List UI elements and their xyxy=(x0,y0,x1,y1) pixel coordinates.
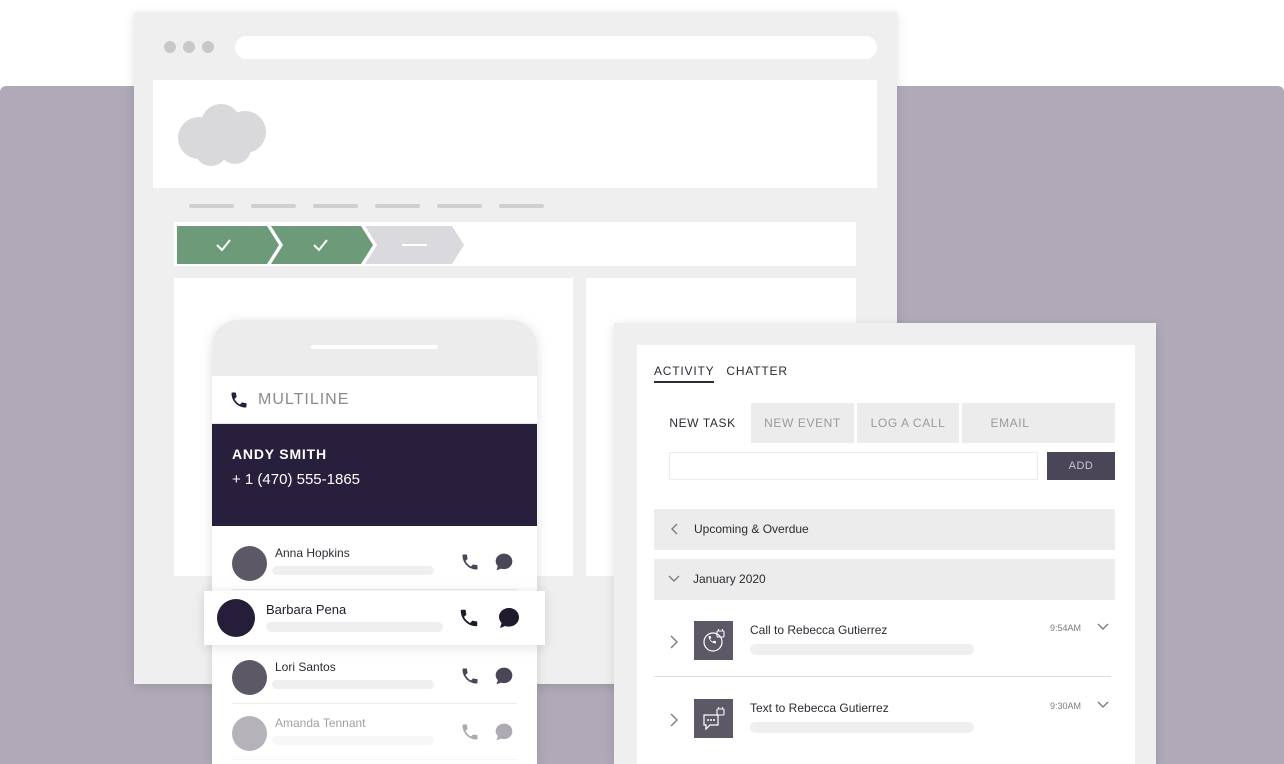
multiline-header: MULTILINE xyxy=(212,376,537,424)
activity-panel: ACTIVITY CHATTER NEW TASK NEW EVENT LOG … xyxy=(614,323,1156,764)
contact-row-name: Amanda Tennant xyxy=(275,716,366,730)
text-placeholder xyxy=(750,722,974,733)
contact-row[interactable]: Anna Hopkins xyxy=(232,534,517,590)
nav-item[interactable] xyxy=(375,204,420,208)
path-stage-complete xyxy=(177,226,279,264)
nav-item[interactable] xyxy=(313,204,358,208)
app-label: MULTILINE xyxy=(258,391,350,408)
contact-row[interactable]: Amanda Tennant xyxy=(232,704,517,760)
window-dot[interactable] xyxy=(183,41,195,53)
call-icon[interactable] xyxy=(458,607,480,629)
activity-item-title[interactable]: Text to Rebecca Gutierrez xyxy=(750,701,889,715)
publisher-tabs: NEW TASK NEW EVENT LOG A CALL EMAIL xyxy=(654,403,1115,443)
contact-row[interactable]: Lori Santos xyxy=(232,648,517,704)
activity-tabs: ACTIVITY CHATTER xyxy=(654,364,788,383)
nav-placeholder xyxy=(189,204,544,208)
tab-log-a-call[interactable]: LOG A CALL xyxy=(857,403,959,443)
path-stages xyxy=(177,226,464,264)
progress-path xyxy=(174,222,856,266)
divider xyxy=(654,676,1111,677)
call-icon[interactable] xyxy=(460,552,480,572)
tab-new-task[interactable]: NEW TASK xyxy=(654,403,751,443)
section-january-2020[interactable]: January 2020 xyxy=(654,559,1115,600)
phone-speaker xyxy=(311,345,438,349)
avatar xyxy=(232,546,267,581)
activity-content: ACTIVITY CHATTER NEW TASK NEW EVENT LOG … xyxy=(637,345,1135,764)
call-icon[interactable] xyxy=(460,722,480,742)
window-dot[interactable] xyxy=(164,41,176,53)
tab-chatter[interactable]: CHATTER xyxy=(726,364,787,383)
activity-item[interactable]: Text to Rebecca Gutierrez 9:30AM xyxy=(654,681,1115,751)
text-placeholder xyxy=(266,622,443,632)
chevron-down-icon[interactable] xyxy=(1097,701,1109,709)
chevron-down-icon[interactable] xyxy=(1097,623,1109,631)
nav-item[interactable] xyxy=(189,204,234,208)
contact-row-selected[interactable]: Barbara Pena xyxy=(204,591,545,645)
activity-item-time: 9:30AM xyxy=(1050,701,1082,711)
contact-row-name: Anna Hopkins xyxy=(275,546,350,560)
contact-row-name: Lori Santos xyxy=(275,660,336,674)
tab-activity[interactable]: ACTIVITY xyxy=(654,364,715,383)
avatar xyxy=(217,599,255,637)
message-icon[interactable] xyxy=(497,606,521,630)
activity-item[interactable]: Call to Rebecca Gutierrez 9:54AM xyxy=(654,603,1115,673)
tab-new-event[interactable]: NEW EVENT xyxy=(751,403,854,443)
cloud-logo-icon xyxy=(178,104,266,166)
chevron-down-icon xyxy=(668,575,680,582)
activity-item-time: 9:54AM xyxy=(1050,623,1082,633)
contact-row-name: Barbara Pena xyxy=(266,602,347,617)
phone-mockup: MULTILINE ANDY SMITH + 1 (470) 555-1865 … xyxy=(212,320,537,764)
active-contact-card[interactable]: ANDY SMITH + 1 (470) 555-1865 xyxy=(212,424,537,526)
add-button[interactable]: ADD xyxy=(1047,452,1115,480)
avatar xyxy=(232,660,267,695)
contact-name: ANDY SMITH xyxy=(232,446,327,462)
phone-icon xyxy=(231,392,247,408)
chevron-right-icon[interactable] xyxy=(670,635,678,649)
text-log-icon xyxy=(694,699,733,738)
contact-phone-number: + 1 (470) 555-1865 xyxy=(232,471,361,488)
call-log-icon xyxy=(694,621,733,660)
window-controls xyxy=(164,41,214,53)
chevron-left-icon xyxy=(671,523,678,535)
text-placeholder xyxy=(272,736,434,745)
message-icon[interactable] xyxy=(494,666,514,686)
activity-item-title[interactable]: Call to Rebecca Gutierrez xyxy=(750,623,887,637)
phone-top-bezel xyxy=(212,320,537,376)
text-placeholder xyxy=(750,644,974,655)
app-header xyxy=(153,80,877,188)
nav-item[interactable] xyxy=(251,204,296,208)
task-subject-input[interactable] xyxy=(669,452,1038,480)
call-icon[interactable] xyxy=(460,666,480,686)
nav-item[interactable] xyxy=(499,204,544,208)
message-icon[interactable] xyxy=(494,722,514,742)
section-label: Upcoming & Overdue xyxy=(694,522,809,536)
text-placeholder xyxy=(272,566,434,575)
nav-item[interactable] xyxy=(437,204,482,208)
section-label: January 2020 xyxy=(693,572,766,586)
text-placeholder xyxy=(272,680,434,689)
chevron-right-icon[interactable] xyxy=(670,713,678,727)
window-dot[interactable] xyxy=(202,41,214,53)
section-upcoming-overdue[interactable]: Upcoming & Overdue xyxy=(654,509,1115,550)
address-bar[interactable] xyxy=(235,36,877,59)
avatar xyxy=(232,716,267,751)
message-icon[interactable] xyxy=(494,552,514,572)
tab-email[interactable]: EMAIL xyxy=(962,403,1058,443)
